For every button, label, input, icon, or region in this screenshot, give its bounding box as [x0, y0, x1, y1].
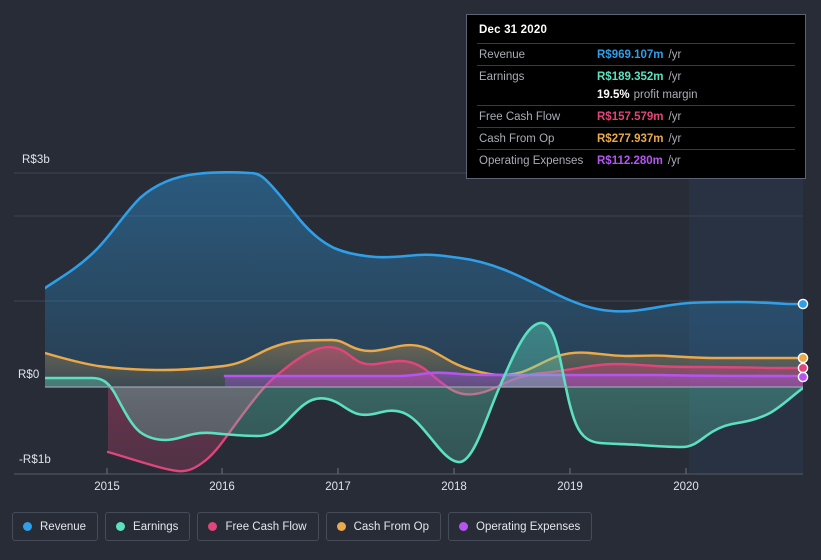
legend-dot-cash-from-op-icon	[337, 522, 346, 531]
x-axis-label-2018: 2018	[441, 481, 467, 493]
tooltip-unit-earnings: /yr	[669, 70, 682, 84]
tooltip-unit-operating-expenses: /yr	[668, 154, 681, 168]
y-axis-label-zero: R$0	[18, 369, 39, 381]
tooltip-row-profit-margin: 19.5% profit margin	[477, 87, 795, 105]
tooltip-unit-profit-margin: profit margin	[634, 88, 698, 102]
tooltip-label-free-cash-flow: Free Cash Flow	[479, 110, 597, 124]
legend-label-earnings: Earnings	[133, 521, 178, 533]
tooltip-unit-free-cash-flow: /yr	[669, 110, 682, 124]
legend-label-free-cash-flow: Free Cash Flow	[225, 521, 306, 533]
tooltip-row-free-cash-flow: Free Cash Flow R$157.579m /yr	[477, 105, 795, 127]
legend-dot-revenue-icon	[23, 522, 32, 531]
legend-label-cash-from-op: Cash From Op	[354, 521, 429, 533]
chart-tooltip: Dec 31 2020 Revenue R$969.107m /yr Earni…	[466, 14, 806, 179]
y-axis-label-neg1b: -R$1b	[19, 454, 51, 466]
tooltip-row-cash-from-op: Cash From Op R$277.937m /yr	[477, 127, 795, 149]
financial-chart: R$3b R$0 -R$1b 2015 2016 2017 2018 2019 …	[0, 0, 821, 560]
tooltip-value-operating-expenses: R$112.280m	[597, 154, 663, 168]
legend-item-operating-expenses[interactable]: Operating Expenses	[448, 512, 592, 541]
x-axis-label-2017: 2017	[325, 481, 351, 493]
legend-label-operating-expenses: Operating Expenses	[476, 521, 580, 533]
tooltip-label-cash-from-op: Cash From Op	[479, 132, 597, 146]
tooltip-row-earnings: Earnings R$189.352m /yr	[477, 65, 795, 87]
legend-label-revenue: Revenue	[40, 521, 86, 533]
legend-item-free-cash-flow[interactable]: Free Cash Flow	[197, 512, 318, 541]
chart-legend: Revenue Earnings Free Cash Flow Cash Fro…	[12, 512, 592, 541]
endpoint-freecashflow[interactable]	[798, 363, 807, 372]
endpoint-revenue[interactable]	[798, 299, 807, 308]
tooltip-value-profit-margin: 19.5%	[597, 88, 630, 102]
tooltip-label-operating-expenses: Operating Expenses	[479, 154, 597, 168]
tooltip-row-operating-expenses: Operating Expenses R$112.280m /yr	[477, 149, 795, 171]
tooltip-value-cash-from-op: R$277.937m	[597, 132, 664, 146]
legend-dot-earnings-icon	[116, 522, 125, 531]
tooltip-label-earnings: Earnings	[479, 70, 597, 84]
endpoint-operatingexpenses[interactable]	[798, 372, 807, 381]
endpoint-cashfromop[interactable]	[798, 353, 807, 362]
tooltip-unit-revenue: /yr	[669, 48, 682, 62]
tooltip-value-revenue: R$969.107m	[597, 48, 664, 62]
legend-dot-free-cash-flow-icon	[208, 522, 217, 531]
x-axis-label-2015: 2015	[94, 481, 120, 493]
tooltip-unit-cash-from-op: /yr	[669, 132, 682, 146]
tooltip-date: Dec 31 2020	[477, 23, 795, 43]
tooltip-row-revenue: Revenue R$969.107m /yr	[477, 43, 795, 65]
x-axis-label-2019: 2019	[557, 481, 583, 493]
legend-item-cash-from-op[interactable]: Cash From Op	[326, 512, 441, 541]
legend-item-earnings[interactable]: Earnings	[105, 512, 190, 541]
x-axis-label-2020: 2020	[673, 481, 699, 493]
y-axis-label-3b: R$3b	[22, 154, 50, 166]
tooltip-value-earnings: R$189.352m	[597, 70, 664, 84]
tooltip-value-free-cash-flow: R$157.579m	[597, 110, 664, 124]
legend-item-revenue[interactable]: Revenue	[12, 512, 98, 541]
x-axis-label-2016: 2016	[209, 481, 235, 493]
legend-dot-operating-expenses-icon	[459, 522, 468, 531]
tooltip-label-revenue: Revenue	[479, 48, 597, 62]
